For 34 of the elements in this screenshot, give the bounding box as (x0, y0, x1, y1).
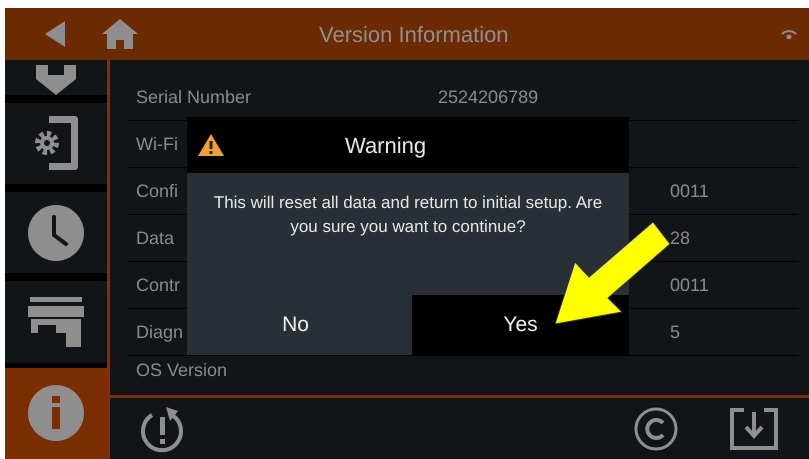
sidebar-item[interactable] (5, 192, 107, 274)
download-button[interactable] (729, 406, 779, 452)
row-value: 0011 (670, 180, 709, 202)
row-value: 2524206789 (438, 86, 538, 108)
row-value: 5 (670, 320, 680, 344)
clock-icon (27, 204, 85, 262)
row-label: Data (136, 228, 174, 248)
row-label: OS Version (136, 360, 228, 380)
row-label: Serial Number (136, 86, 252, 106)
header-title: Version Information (319, 20, 509, 48)
info-icon (27, 384, 85, 442)
sidebar-item[interactable] (5, 368, 107, 459)
row-label: Diagn (136, 322, 184, 342)
wifi-icon (781, 29, 797, 39)
row-label: Wi-Fi (136, 134, 178, 154)
warning-icon (197, 133, 225, 157)
sidebar-item[interactable] (5, 102, 107, 184)
download-box-icon (730, 408, 778, 450)
row-label: Contr (136, 274, 180, 294)
download-icon (33, 64, 79, 95)
dialog-title: Warning (345, 132, 426, 160)
row-value: 0011 (670, 274, 709, 296)
home-button[interactable] (101, 17, 139, 51)
copyright-icon (634, 406, 678, 450)
store-icon (28, 297, 84, 348)
row-value: 28 (670, 226, 690, 250)
dialog-message: This will reset all data and return to initial setup. Are you sure you want to continue? (212, 192, 604, 238)
sidebar-item[interactable] (5, 60, 107, 95)
dialog-button[interactable]: Yes (412, 295, 629, 355)
row-label: Confi (136, 180, 178, 200)
home-icon (102, 19, 138, 49)
back-icon (45, 21, 65, 47)
copyright-button[interactable] (633, 406, 679, 452)
sidebar-item[interactable] (5, 281, 107, 363)
